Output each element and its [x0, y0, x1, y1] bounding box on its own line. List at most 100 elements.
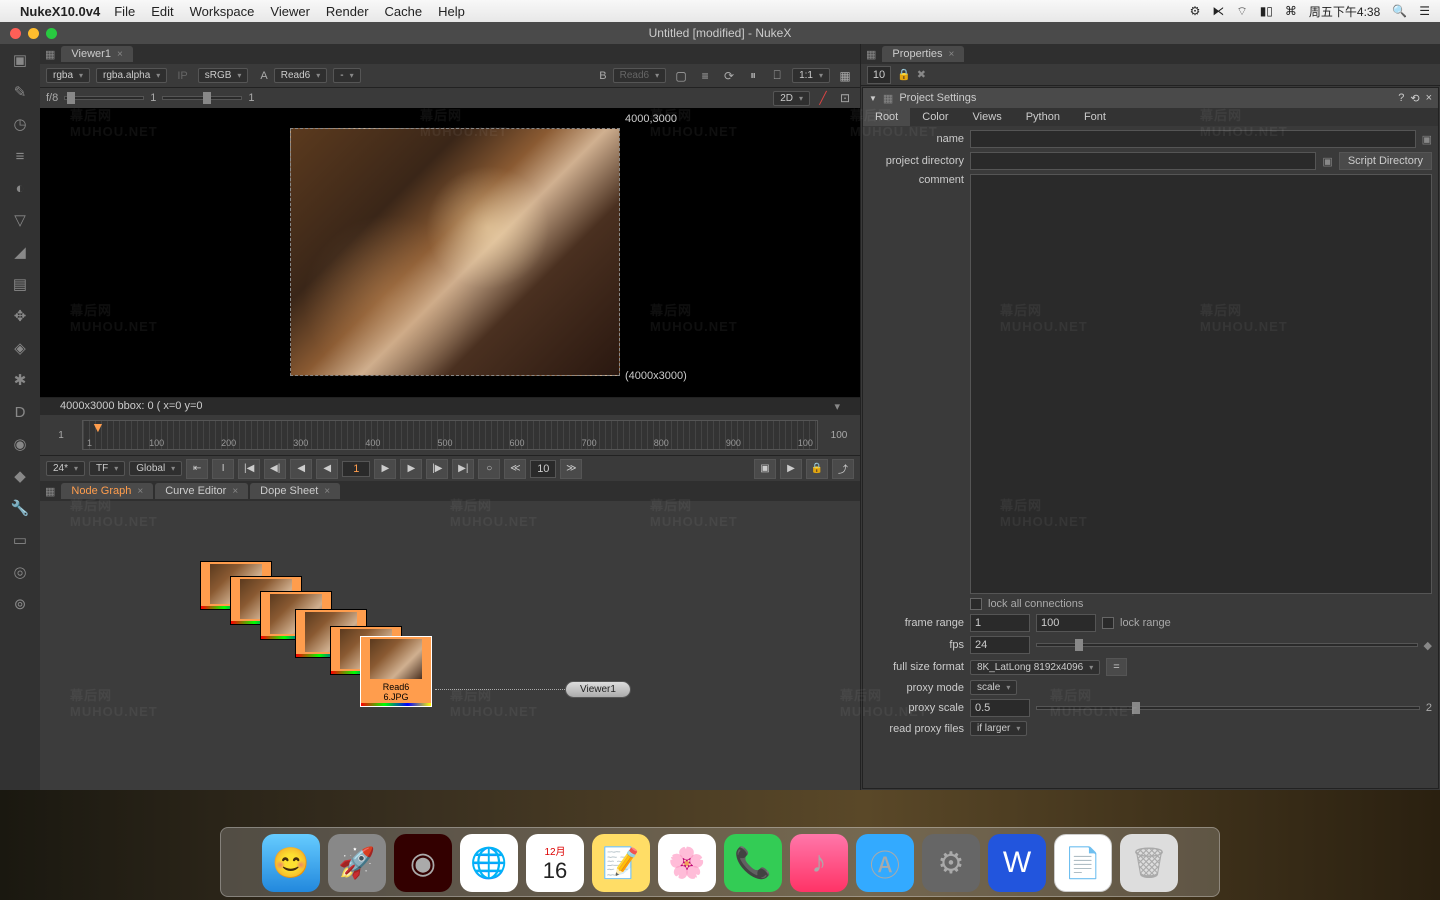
- dock-chrome[interactable]: 🌐: [460, 834, 518, 892]
- equals-button[interactable]: =: [1106, 658, 1126, 676]
- tool-color[interactable]: ◐: [9, 177, 31, 199]
- minimize-button[interactable]: [28, 28, 39, 39]
- dock-launchpad[interactable]: 🚀: [328, 834, 386, 892]
- current-frame[interactable]: 1: [342, 461, 370, 477]
- play-forward-button[interactable]: ▶: [374, 459, 396, 479]
- dock-appstore[interactable]: Ⓐ: [856, 834, 914, 892]
- dock-nuke[interactable]: ◉: [394, 834, 452, 892]
- skip-back-button[interactable]: ≪: [504, 459, 526, 479]
- dock-calendar[interactable]: 12月16: [526, 834, 584, 892]
- name-field[interactable]: [970, 130, 1416, 148]
- tool-furnace[interactable]: ◎: [9, 561, 31, 583]
- tab-python[interactable]: Python: [1014, 108, 1072, 126]
- scope-in-button[interactable]: ⇤: [186, 459, 208, 479]
- frame-end-field[interactable]: [1036, 614, 1096, 632]
- wipe-tool-icon[interactable]: ╱: [814, 89, 832, 107]
- close-icon[interactable]: ×: [137, 486, 143, 497]
- layer-dropdown[interactable]: rgba.alpha: [96, 68, 167, 83]
- tool-all[interactable]: ⊚: [9, 593, 31, 615]
- lock-button[interactable]: 🔒: [806, 459, 828, 479]
- pane-menu-icon[interactable]: ▦: [45, 485, 55, 498]
- clock[interactable]: 周五下午4:38: [1309, 3, 1380, 20]
- close-icon[interactable]: ×: [232, 486, 238, 497]
- menu-help[interactable]: Help: [438, 4, 465, 19]
- fstop-label[interactable]: f/8: [46, 92, 58, 104]
- folder-icon[interactable]: ▣: [1322, 155, 1332, 168]
- fps-slider[interactable]: [1036, 643, 1418, 647]
- max-panels-field[interactable]: 10: [867, 66, 891, 84]
- range-end-field[interactable]: 100: [824, 430, 854, 441]
- dock-itunes[interactable]: ♪: [790, 834, 848, 892]
- tool-keyer[interactable]: ◢: [9, 241, 31, 263]
- close-button[interactable]: [10, 28, 21, 39]
- close-icon[interactable]: ×: [117, 49, 123, 60]
- read6-node[interactable]: Read6 6.JPG: [360, 636, 432, 707]
- close-icon[interactable]: ×: [1426, 92, 1432, 105]
- last-frame-button[interactable]: ▶|: [452, 459, 474, 479]
- viewer-canvas[interactable]: 4000,3000 (4000x3000): [40, 108, 860, 397]
- dock-notes[interactable]: 📝: [592, 834, 650, 892]
- properties-tab[interactable]: Properties ×: [882, 46, 964, 62]
- timeline-track[interactable]: ▼ 1 100 200 300 400 500 600 700 800 900 …: [82, 420, 818, 450]
- play-back-button[interactable]: ◀: [316, 459, 338, 479]
- dock-facetime[interactable]: 📞: [724, 834, 782, 892]
- gain-slider[interactable]: [64, 96, 144, 100]
- browse-icon[interactable]: ▣: [1422, 133, 1432, 146]
- lock-icon[interactable]: 🔒: [897, 68, 911, 81]
- battery-icon[interactable]: ▮▯: [1260, 4, 1273, 18]
- node-graph-tab[interactable]: Node Graph ×: [61, 483, 153, 499]
- pause-icon[interactable]: ⏸: [744, 67, 762, 85]
- fps-field[interactable]: [970, 636, 1030, 654]
- tab-views[interactable]: Views: [961, 108, 1014, 126]
- tab-color[interactable]: Color: [910, 108, 960, 126]
- clear-icon[interactable]: ✖: [917, 68, 926, 81]
- menu-render[interactable]: Render: [326, 4, 369, 19]
- refresh-icon[interactable]: ⟳: [720, 67, 738, 85]
- section-header[interactable]: ▼ ▦ Project Settings ? ⟲ ×: [863, 88, 1438, 108]
- playhead-icon[interactable]: ▼: [91, 419, 105, 435]
- skip-fwd-button[interactable]: ≫: [560, 459, 582, 479]
- help-icon[interactable]: ?: [1398, 92, 1404, 105]
- view-mode-dropdown[interactable]: 2D: [773, 91, 810, 106]
- menu-file[interactable]: File: [114, 4, 135, 19]
- input-b-dropdown[interactable]: Read6: [613, 68, 666, 83]
- zoom-button[interactable]: [46, 28, 57, 39]
- revert-icon[interactable]: ⟲: [1410, 92, 1419, 105]
- tool-filter[interactable]: ▽: [9, 209, 31, 231]
- projdir-field[interactable]: [970, 152, 1316, 170]
- roi-icon[interactable]: ⎕: [768, 67, 786, 85]
- anim-icon[interactable]: ◆: [1424, 639, 1432, 652]
- dock-settings[interactable]: ⚙: [922, 834, 980, 892]
- proxyscale-slider[interactable]: [1036, 706, 1420, 710]
- tool-3d[interactable]: ◈: [9, 337, 31, 359]
- loop-button[interactable]: ▣: [754, 459, 776, 479]
- tab-root[interactable]: Root: [863, 108, 910, 126]
- viewer-node[interactable]: Viewer1: [565, 681, 631, 698]
- app-name[interactable]: NukeX10.0v4: [20, 4, 100, 19]
- list-icon[interactable]: ≡: [696, 67, 714, 85]
- tool-views[interactable]: ◉: [9, 433, 31, 455]
- zoom-dropdown[interactable]: 1:1: [792, 68, 830, 83]
- tool-other[interactable]: ▭: [9, 529, 31, 551]
- dock-document[interactable]: 📄: [1054, 834, 1112, 892]
- disclosure-icon[interactable]: ▼: [869, 94, 877, 103]
- jump-field[interactable]: 10: [530, 460, 556, 478]
- prev-frame-button[interactable]: ◀: [290, 459, 312, 479]
- colorspace-dropdown[interactable]: sRGB: [198, 68, 249, 83]
- next-key-button[interactable]: |▶: [426, 459, 448, 479]
- dope-sheet-tab[interactable]: Dope Sheet ×: [250, 483, 340, 499]
- menu-workspace[interactable]: Workspace: [190, 4, 255, 19]
- ime-icon[interactable]: ⌘: [1285, 4, 1297, 18]
- comment-field[interactable]: [970, 174, 1432, 594]
- input-a-dropdown[interactable]: Read6: [274, 68, 327, 83]
- node-graph[interactable]: Read6 6.JPG Viewer1: [40, 501, 860, 790]
- ip-label[interactable]: IP: [173, 70, 191, 82]
- fullsize-dropdown[interactable]: 8K_LatLong 8192x4096: [970, 660, 1100, 675]
- status-caret-icon[interactable]: ▾: [834, 400, 840, 413]
- prev-key-button[interactable]: ◀|: [264, 459, 286, 479]
- tool-transform[interactable]: ✥: [9, 305, 31, 327]
- scope-dropdown[interactable]: Global: [129, 461, 182, 476]
- menu-edit[interactable]: Edit: [151, 4, 173, 19]
- proxymode-dropdown[interactable]: scale: [970, 680, 1017, 695]
- tab-font[interactable]: Font: [1072, 108, 1118, 126]
